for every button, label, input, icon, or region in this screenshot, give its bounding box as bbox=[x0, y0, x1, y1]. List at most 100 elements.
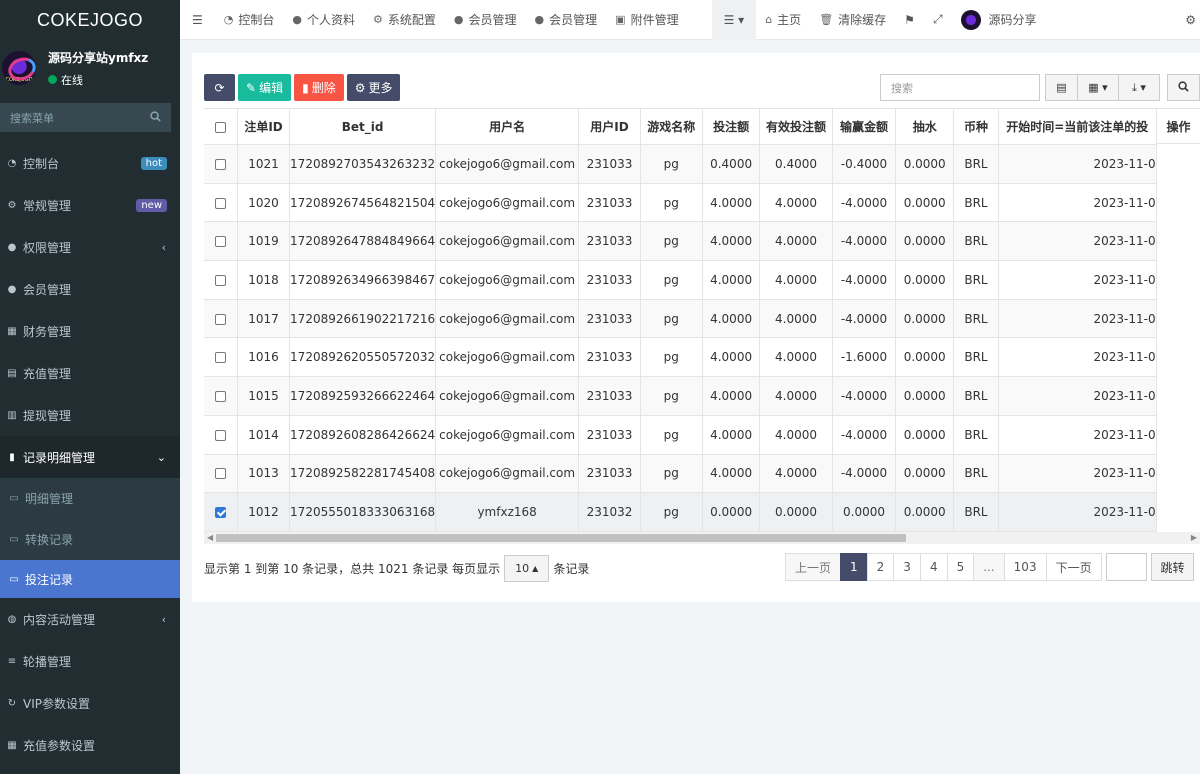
table-row[interactable]: 1018 1720892634966398467 cokejogo6@gmail.c… bbox=[204, 260, 1200, 300]
page-size-select[interactable]: 10 ▲ bbox=[504, 554, 550, 582]
sidebar-item-general[interactable]: ⚙ 常规管理 new bbox=[0, 184, 180, 226]
advanced-search-button[interactable] bbox=[1167, 74, 1200, 101]
row-select-cell[interactable] bbox=[204, 299, 239, 339]
row-select-cell[interactable] bbox=[204, 492, 239, 532]
column-header[interactable]: Bet_id bbox=[289, 108, 437, 145]
toggle-view-button[interactable]: ▤ bbox=[1045, 74, 1078, 101]
select-all-cell[interactable] bbox=[204, 108, 239, 145]
delete-button[interactable]: ▮ 删除 bbox=[294, 74, 344, 101]
column-header[interactable]: 投注额 bbox=[702, 108, 761, 145]
table-row[interactable]: 1014 1720892608286426624 cokejogo6@gmail.c… bbox=[204, 415, 1200, 455]
row-select-cell[interactable] bbox=[204, 183, 239, 223]
nav-tab-config[interactable]: ⚙ 系统配置 bbox=[364, 0, 445, 40]
row-checkbox[interactable] bbox=[215, 390, 227, 402]
nav-tab-dashboard[interactable]: ◔ 控制台 bbox=[215, 0, 284, 40]
row-select-cell[interactable] bbox=[204, 337, 239, 378]
settings-button[interactable]: ⚙ bbox=[1181, 0, 1200, 40]
table-row[interactable]: 1017 1720892661902217216 cokejogo6@gmail.c… bbox=[204, 299, 1200, 339]
column-header[interactable]: 用户ID bbox=[578, 108, 641, 145]
search-icon[interactable] bbox=[150, 110, 161, 125]
column-header[interactable]: 输赢金额 bbox=[832, 108, 897, 145]
scroll-right-icon[interactable]: ▶ bbox=[1191, 532, 1197, 544]
columns-dropdown[interactable]: ▦ ▾ bbox=[1077, 74, 1119, 101]
row-select-cell[interactable] bbox=[204, 144, 239, 184]
sidebar-item-carousel[interactable]: ≡ 轮播管理 bbox=[0, 640, 180, 682]
table-row[interactable]: 1013 1720892582281745408 cokejogo6@gmail.c… bbox=[204, 454, 1200, 494]
profile-menu[interactable]: 源码分享 bbox=[952, 0, 1046, 40]
column-header[interactable]: 用户名 bbox=[435, 108, 580, 145]
page-button[interactable]: 5 bbox=[946, 553, 975, 581]
language-button[interactable]: ⚑ bbox=[895, 0, 924, 40]
horizontal-scrollbar[interactable]: ◀ ▶ bbox=[204, 532, 1200, 544]
row-checkbox[interactable] bbox=[215, 429, 227, 441]
column-header[interactable]: 抽水 bbox=[895, 108, 955, 145]
app-logo[interactable]: COKEJOGO bbox=[0, 0, 180, 40]
fullscreen-button[interactable]: ⤢ bbox=[924, 0, 952, 40]
table-row[interactable]: 1021 1720892703543263232 cokejogo6@gmail.c… bbox=[204, 144, 1200, 184]
row-checkbox[interactable] bbox=[215, 197, 227, 209]
more-tabs-dropdown[interactable]: ☰ ▾ bbox=[711, 0, 757, 40]
column-header[interactable]: 注单ID bbox=[237, 108, 291, 145]
nav-tab-members-group[interactable]: ● 会员管理 bbox=[445, 0, 526, 40]
scroll-left-icon[interactable]: ◀ bbox=[207, 532, 213, 544]
refresh-button[interactable]: ⟳ bbox=[204, 74, 235, 101]
nav-tab-profile[interactable]: ● 个人资料 bbox=[283, 0, 364, 40]
column-header[interactable]: 币种 bbox=[953, 108, 999, 145]
sidebar-item-records[interactable]: ▮ 记录明细管理 ⌄ bbox=[0, 436, 180, 478]
row-checkbox[interactable] bbox=[215, 274, 227, 286]
sidebar-subitem-conversion[interactable]: ▭ 转换记录 bbox=[0, 519, 180, 560]
table-row[interactable]: 1015 1720892593266622464 cokejogo6@gmail.c… bbox=[204, 376, 1200, 416]
page-button[interactable]: 1 bbox=[840, 553, 868, 581]
sidebar-item-dashboard[interactable]: ◔ 控制台 hot bbox=[0, 142, 180, 184]
sidebar-item-members[interactable]: ● 会员管理 bbox=[0, 268, 180, 310]
column-header[interactable]: 有效投注额 bbox=[759, 108, 833, 145]
table-cell: pg bbox=[640, 183, 703, 223]
more-button[interactable]: ⚙ 更多 bbox=[346, 74, 401, 101]
sidebar-item-vip[interactable]: ↻ VIP参数设置 bbox=[0, 682, 180, 724]
nav-tab-attachments[interactable]: ▣ 附件管理 bbox=[606, 0, 687, 40]
nav-tab-members[interactable]: ● 会员管理 bbox=[526, 0, 607, 40]
sidebar-item-content[interactable]: ◍ 内容活动管理 ‹ bbox=[0, 598, 180, 640]
table-search-input[interactable]: 搜索 bbox=[880, 74, 1040, 101]
column-header[interactable]: 开始时间=当前该注单的投 bbox=[998, 108, 1157, 145]
sidebar-item-auth[interactable]: ● 权限管理 ‹ bbox=[0, 226, 180, 268]
sidebar-item-recharge-params[interactable]: ▦ 充值参数设置 bbox=[0, 724, 180, 766]
row-select-cell[interactable] bbox=[204, 376, 239, 416]
row-select-cell[interactable] bbox=[204, 221, 239, 262]
row-checkbox[interactable] bbox=[215, 236, 227, 248]
clear-cache-button[interactable]: 🗑 清除缓存 bbox=[810, 0, 895, 40]
page-button[interactable]: 3 bbox=[893, 553, 921, 581]
table-row[interactable]: 1020 1720892674564821504 cokejogo6@gmail.c… bbox=[204, 183, 1200, 223]
table-row[interactable]: 1012 1720555018333063168 ymfxz168 231032 pg 0… bbox=[204, 492, 1200, 532]
jump-button[interactable]: 跳转 bbox=[1151, 553, 1194, 581]
row-checkbox[interactable] bbox=[215, 468, 227, 480]
page-button[interactable]: 4 bbox=[919, 553, 948, 581]
sidebar-subitem-details[interactable]: ▭ 明细管理 bbox=[0, 478, 180, 519]
scrollbar-thumb[interactable] bbox=[216, 534, 906, 542]
sidebar-item-withdraw[interactable]: ▥ 提现管理 bbox=[0, 394, 180, 436]
prev-page-button[interactable]: 上一页 bbox=[785, 553, 842, 581]
sidebar-search-input[interactable]: 搜索菜单 bbox=[0, 103, 171, 132]
sidebar-subitem-bets[interactable]: ▭ 投注记录 bbox=[0, 560, 180, 598]
row-checkbox[interactable] bbox=[215, 158, 227, 170]
jump-page-input[interactable] bbox=[1106, 553, 1147, 581]
row-select-cell[interactable] bbox=[204, 454, 239, 494]
page-button[interactable]: 2 bbox=[866, 553, 895, 581]
row-select-cell[interactable] bbox=[204, 260, 239, 300]
column-header[interactable]: 游戏名称 bbox=[640, 108, 703, 145]
export-dropdown[interactable]: ⤓ ▾ bbox=[1118, 74, 1160, 101]
row-select-cell[interactable] bbox=[204, 415, 239, 455]
row-checkbox[interactable] bbox=[215, 507, 227, 519]
row-checkbox[interactable] bbox=[215, 352, 227, 364]
page-button[interactable]: 103 bbox=[1003, 553, 1047, 581]
table-row[interactable]: 1019 1720892647884849664 cokejogo6@gmail.c… bbox=[204, 221, 1200, 262]
home-link[interactable]: ⌂ 主页 bbox=[756, 0, 810, 40]
sidebar-item-recharge[interactable]: ▤ 充值管理 bbox=[0, 352, 180, 394]
select-all-checkbox[interactable] bbox=[215, 121, 227, 133]
sidebar-item-finance[interactable]: ▦ 财务管理 bbox=[0, 310, 180, 352]
sidebar-toggle-button[interactable]: ☰ bbox=[180, 0, 215, 40]
next-page-button[interactable]: 下一页 bbox=[1045, 553, 1102, 581]
table-row[interactable]: 1016 1720892620550572032 cokejogo6@gmail.c… bbox=[204, 337, 1200, 378]
row-checkbox[interactable] bbox=[215, 313, 227, 325]
edit-button[interactable]: ✎ 编辑 bbox=[238, 74, 292, 101]
